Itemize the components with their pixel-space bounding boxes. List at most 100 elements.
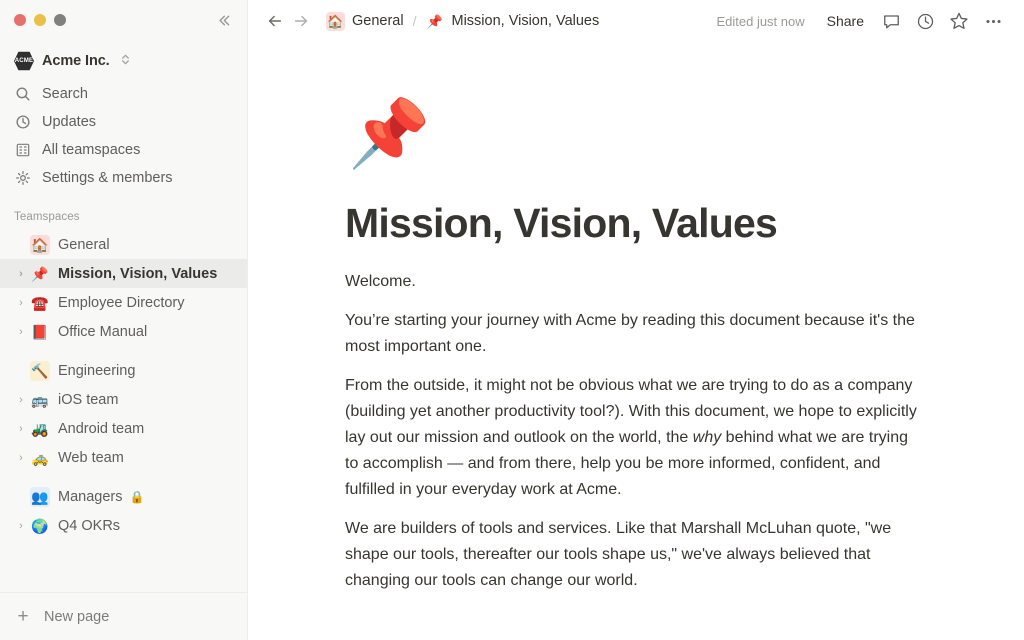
main-content: 🏠 General / 📌 Mission, Vision, Values Ed… <box>248 0 1024 640</box>
globe-icon: 🌍 <box>31 517 49 534</box>
arrow-left-icon[interactable] <box>262 8 288 34</box>
chevron-right-icon[interactable]: › <box>14 268 28 280</box>
minimize-window-button[interactable] <box>34 14 46 26</box>
double-chevron-left-icon[interactable] <box>209 6 237 34</box>
tree-item-label: Employee Directory <box>58 294 185 311</box>
new-page-label: New page <box>44 608 110 625</box>
pushpin-icon: 📌 <box>426 13 444 29</box>
workspace-switcher[interactable]: ACME Acme Inc. <box>8 46 239 76</box>
acme-logo-icon: ACME <box>14 51 34 71</box>
sidebar-item-label: Settings & members <box>42 170 173 186</box>
topbar-actions: Edited just now Share <box>716 6 1008 36</box>
building-icon <box>14 141 32 159</box>
tree-item-label: Mission, Vision, Values <box>58 265 218 282</box>
chevron-right-icon[interactable]: › <box>14 326 28 338</box>
tree-item-label: Android team <box>58 420 145 437</box>
tree-item-label: Managers <box>58 488 123 505</box>
tree-item-managers[interactable]: › 👥 Managers 🔒 <box>0 482 247 511</box>
sidebar-item-label: Updates <box>42 114 97 130</box>
sidebar: ACME Acme Inc. Search Updates All teamsp… <box>0 0 248 640</box>
sidebar-nav: Search Updates All teamspaces Settings &… <box>0 80 247 192</box>
chevron-right-icon[interactable]: › <box>14 297 28 309</box>
tree-group-spacer <box>0 472 247 482</box>
breadcrumb-label: Mission, Vision, Values <box>451 13 600 29</box>
tree-item-label: Office Manual <box>58 323 148 340</box>
breadcrumb-item-general[interactable]: 🏠 General <box>322 10 408 33</box>
tree-item-label: Web team <box>58 449 124 466</box>
tree-item-web-team[interactable]: › 🚕 Web team <box>0 443 247 472</box>
close-window-button[interactable] <box>14 14 26 26</box>
breadcrumb: 🏠 General / 📌 Mission, Vision, Values <box>322 10 603 33</box>
clock-icon <box>14 113 32 131</box>
workspace-name: Acme Inc. <box>42 53 110 69</box>
tree-item-label: General <box>58 236 110 253</box>
hammer-icon: 🔨 <box>30 360 50 381</box>
teamspace-tree-engineering: › 🔨 Engineering › 🚌 iOS team › 🚜 Android… <box>0 356 247 472</box>
tree-item-mission-vision-values[interactable]: › 📌 Mission, Vision, Values <box>0 259 247 288</box>
paragraph-outside[interactable]: From the outside, it might not be obviou… <box>345 373 920 503</box>
tree-item-label: Engineering <box>58 362 136 379</box>
tree-item-office-manual[interactable]: › 📕 Office Manual <box>0 317 247 346</box>
chevron-right-icon[interactable]: › <box>14 452 28 464</box>
document-body: 📌 Mission, Vision, Values Welcome. You’r… <box>248 42 1024 640</box>
chevron-right-icon[interactable]: › <box>14 520 28 532</box>
paragraph-journey[interactable]: You’re starting your journey with Acme b… <box>345 308 920 360</box>
topbar: 🏠 General / 📌 Mission, Vision, Values Ed… <box>248 0 1024 42</box>
section-header-teamspaces: Teamspaces <box>14 211 80 223</box>
chevron-right-icon[interactable]: › <box>14 423 28 435</box>
edited-status: Edited just now <box>716 13 805 29</box>
arrow-right-icon[interactable] <box>288 8 314 34</box>
more-horizontal-icon[interactable] <box>978 6 1008 36</box>
new-page-button[interactable]: + New page <box>0 592 247 640</box>
breadcrumb-label: General <box>352 13 404 29</box>
bus-icon: 🚌 <box>31 391 49 408</box>
taxi-icon: 🚕 <box>31 449 49 466</box>
page-emoji-icon[interactable]: 📌 <box>348 100 944 178</box>
tree-item-engineering[interactable]: › 🔨 Engineering <box>0 356 247 385</box>
sidebar-item-search[interactable]: Search <box>8 80 239 108</box>
plus-icon: + <box>17 606 29 627</box>
traffic-lights <box>14 14 66 26</box>
tree-item-android-team[interactable]: › 🚜 Android team <box>0 414 247 443</box>
people-icon: 👥 <box>30 486 50 507</box>
tractor-icon: 🚜 <box>31 420 49 437</box>
sidebar-item-label: All teamspaces <box>42 142 141 158</box>
tree-item-ios-team[interactable]: › 🚌 iOS team <box>0 385 247 414</box>
star-icon[interactable] <box>944 6 974 36</box>
app-window: ACME Acme Inc. Search Updates All teamsp… <box>0 0 1024 640</box>
telephone-icon: ☎️ <box>31 294 49 311</box>
chevron-right-icon[interactable]: › <box>14 394 28 406</box>
closed-book-icon: 📕 <box>31 323 49 340</box>
tree-item-employee-directory[interactable]: › ☎️ Employee Directory <box>0 288 247 317</box>
gear-icon <box>14 169 32 187</box>
page-title[interactable]: Mission, Vision, Values <box>345 200 944 247</box>
history-clock-icon[interactable] <box>910 6 940 36</box>
paragraph-emphasis-why: why <box>692 429 722 447</box>
lock-icon: 🔒 <box>129 489 145 504</box>
tree-item-label: iOS team <box>58 391 119 408</box>
sidebar-item-label: Search <box>42 86 88 102</box>
tree-item-q4-okrs[interactable]: › 🌍 Q4 OKRs <box>0 511 247 540</box>
share-button[interactable]: Share <box>819 9 872 33</box>
search-icon <box>14 85 32 103</box>
paragraph-welcome[interactable]: Welcome. <box>345 269 920 295</box>
tree-group-spacer <box>0 346 247 356</box>
house-icon: 🏠 <box>326 11 345 31</box>
teamspace-tree-managers: › 👥 Managers 🔒 › 🌍 Q4 OKRs <box>0 482 247 540</box>
sidebar-item-all-teamspaces[interactable]: All teamspaces <box>8 136 239 164</box>
paragraph-builders[interactable]: We are builders of tools and services. L… <box>345 516 920 594</box>
chevron-up-down-icon <box>120 53 131 69</box>
tree-item-general[interactable]: › 🏠 General <box>0 230 247 259</box>
window-titlebar <box>0 0 247 40</box>
sidebar-item-updates[interactable]: Updates <box>8 108 239 136</box>
house-icon: 🏠 <box>30 234 50 255</box>
breadcrumb-item-mission-vision-values[interactable]: 📌 Mission, Vision, Values <box>421 10 603 33</box>
sidebar-item-settings-members[interactable]: Settings & members <box>8 164 239 192</box>
breadcrumb-separator: / <box>412 13 417 29</box>
tree-item-label: Q4 OKRs <box>58 517 121 534</box>
zoom-window-button[interactable] <box>54 14 66 26</box>
teamspace-tree-general: › 🏠 General › 📌 Mission, Vision, Values … <box>0 230 247 346</box>
comment-icon[interactable] <box>876 6 906 36</box>
pushpin-icon: 📌 <box>31 265 49 282</box>
